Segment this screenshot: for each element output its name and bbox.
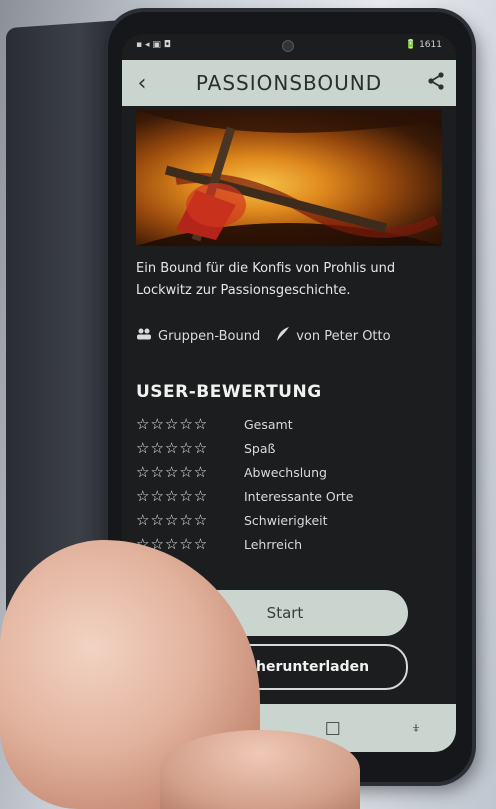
rating-row: ☆☆☆☆☆ Spaß <box>136 436 442 460</box>
share-icon[interactable] <box>416 72 456 94</box>
rating-label: Lehrreich <box>244 536 303 552</box>
rating-row: ☆☆☆☆☆ Gesamt <box>136 412 442 436</box>
rating-label: Abwechslung <box>244 464 327 480</box>
rating-label: Schwierigkeit <box>244 512 328 528</box>
holding-finger <box>160 730 360 809</box>
bound-description: Ein Bound für die Konfis von Prohlis und… <box>136 261 396 298</box>
feather-icon <box>276 326 290 346</box>
rating-heading: USER-BEWERTUNG <box>136 382 322 402</box>
rating-row: ☆☆☆☆☆ Interessante Orte <box>136 484 442 508</box>
nav-recents-icon[interactable]: □ <box>325 718 341 738</box>
bound-meta: Gruppen-Bound von Peter Otto <box>136 326 442 346</box>
page-title: PASSIONSBOUND <box>195 71 383 95</box>
front-camera <box>282 40 294 52</box>
group-icon <box>136 328 152 344</box>
status-left-icons: ▪ ◂ ▣ ◘ <box>136 40 171 50</box>
rating-row: ☆☆☆☆☆ Lehrreich <box>136 532 442 556</box>
star-rating-icons[interactable]: ☆☆☆☆☆ <box>136 415 244 433</box>
status-right: 🔋 1611 <box>405 40 442 50</box>
back-button[interactable]: ‹ <box>122 71 162 96</box>
cross-artwork <box>136 110 442 246</box>
bound-cover-image <box>136 110 442 246</box>
star-rating-icons[interactable]: ☆☆☆☆☆ <box>136 463 244 481</box>
star-rating-icons[interactable]: ☆☆☆☆☆ <box>136 439 244 457</box>
rating-row: ☆☆☆☆☆ Schwierigkeit <box>136 508 442 532</box>
group-bound-label: Gruppen-Bound <box>158 328 261 344</box>
nav-extra-icon[interactable]: ⍖ <box>411 718 421 738</box>
author-label: von Peter Otto <box>296 328 391 344</box>
rating-label: Interessante Orte <box>244 488 354 504</box>
rating-list: ☆☆☆☆☆ Gesamt ☆☆☆☆☆ Spaß ☆☆☆☆☆ Abwechslun… <box>136 412 442 556</box>
share-icon-svg <box>428 72 444 90</box>
app-bar: ‹ PASSIONSBOUND <box>122 60 456 106</box>
star-rating-icons[interactable]: ☆☆☆☆☆ <box>136 511 244 529</box>
rating-row: ☆☆☆☆☆ Abwechslung <box>136 460 442 484</box>
rating-label: Gesamt <box>244 416 293 432</box>
star-rating-icons[interactable]: ☆☆☆☆☆ <box>136 487 244 505</box>
rating-label: Spaß <box>244 440 276 456</box>
